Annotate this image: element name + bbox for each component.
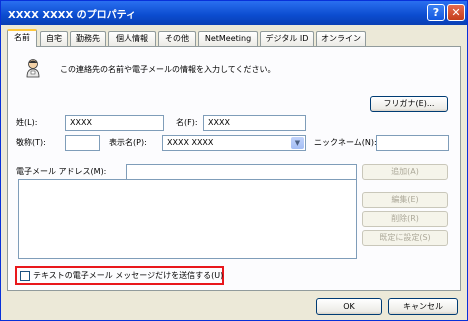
tab-personal[interactable]: 個人情報	[108, 31, 156, 46]
chevron-down-icon[interactable]: ▼	[291, 137, 304, 149]
cancel-button[interactable]: キャンセル	[388, 298, 458, 315]
close-button[interactable]: ✕	[447, 4, 465, 21]
plain-text-option-highlight: テキストの電子メール メッセージだけを送信する(U)	[15, 266, 224, 285]
tab-netmeeting[interactable]: NetMeeting	[198, 31, 258, 46]
email-address-list[interactable]	[18, 179, 357, 259]
add-email-button[interactable]: 追加(A)	[362, 164, 448, 180]
email-address-field[interactable]	[126, 164, 357, 180]
tab-other[interactable]: その他	[158, 31, 196, 46]
display-name-value: XXXX XXXX	[167, 138, 214, 147]
intro-text: この連絡先の名前や電子メールの情報を入力してください。	[60, 65, 276, 74]
tab-business[interactable]: 勤務先	[70, 31, 106, 46]
tab-panel-name: この連絡先の名前や電子メールの情報を入力してください。 フリガナ(E)... 姓…	[7, 46, 461, 291]
ok-button[interactable]: OK	[316, 298, 382, 315]
display-name-label: 表示名(P):	[109, 138, 147, 147]
edit-email-button[interactable]: 編集(E)	[362, 192, 448, 208]
title-bar[interactable]: XXXX XXXX のプロパティ ? ✕	[1, 1, 467, 25]
nickname-label: ニックネーム(N):	[314, 138, 377, 147]
tab-digital-id[interactable]: デジタル ID	[260, 31, 314, 46]
email-address-label: 電子メール アドレス(M):	[16, 167, 107, 176]
last-name-field[interactable]: XXXX	[65, 115, 164, 131]
set-default-button[interactable]: 既定に設定(S)	[362, 230, 448, 246]
tab-online[interactable]: オンライン	[316, 31, 366, 46]
last-name-label: 姓(L):	[16, 118, 38, 127]
first-name-field[interactable]: XXXX	[203, 115, 306, 131]
tab-home[interactable]: 自宅	[40, 31, 68, 46]
contact-card-icon	[26, 59, 40, 78]
tab-name[interactable]: 名前	[7, 29, 37, 47]
furigana-button[interactable]: フリガナ(E)...	[370, 96, 448, 112]
plain-text-checkbox[interactable]	[20, 271, 30, 281]
display-name-select[interactable]: XXXX XXXX ▼	[162, 135, 306, 151]
help-button[interactable]: ?	[427, 4, 445, 21]
properties-dialog: XXXX XXXX のプロパティ ? ✕ 名前 自宅 勤務先 個人情報 その他 …	[0, 0, 468, 321]
plain-text-checkbox-label[interactable]: テキストの電子メール メッセージだけを送信する(U)	[33, 270, 223, 281]
first-name-label: 名(F):	[176, 118, 198, 127]
title-field[interactable]	[65, 135, 100, 151]
title-label: 敬称(T):	[16, 138, 46, 147]
window-title: XXXX XXXX のプロパティ	[8, 10, 137, 21]
delete-email-button[interactable]: 削除(R)	[362, 211, 448, 227]
nickname-field[interactable]	[376, 135, 449, 151]
